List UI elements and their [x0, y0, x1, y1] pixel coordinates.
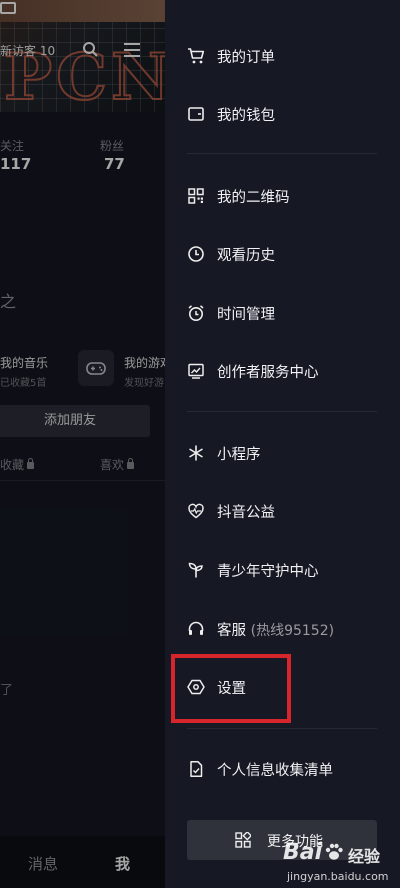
settings-highlight-annotation — [171, 654, 291, 723]
menu-item-label: 青少年守护中心 — [217, 563, 319, 580]
menu-item-time-management[interactable]: 时间管理 — [165, 293, 400, 333]
menu-item-personal-info-list[interactable]: 个人信息收集清单 — [165, 749, 400, 789]
alarm-icon — [187, 304, 205, 322]
watermark-brand-text: 经验 — [348, 847, 381, 866]
asterisk-icon — [187, 444, 205, 462]
watermark-logo-text: Bai — [283, 840, 323, 865]
wallet-icon — [187, 105, 205, 123]
menu-item-label: 小程序 — [217, 446, 261, 463]
menu-item-label: 客服 (热线95152) — [217, 619, 334, 640]
menu-item-label: 我的钱包 — [217, 107, 275, 124]
menu-item-label: 观看历史 — [217, 247, 275, 264]
menu-item-orders[interactable]: 我的订单 — [165, 36, 400, 76]
document-icon — [187, 760, 205, 778]
menu-divider — [187, 728, 377, 729]
menu-item-creator-center[interactable]: 创作者服务中心 — [165, 351, 400, 391]
menu-divider — [187, 411, 377, 412]
menu-item-youth-protection[interactable]: 青少年守护中心 — [165, 550, 400, 590]
menu-item-customer-service[interactable]: 客服 (热线95152) — [165, 609, 400, 649]
menu-item-charity[interactable]: 抖音公益 — [165, 491, 400, 531]
watermark-url: jingyan.baidu.com — [287, 870, 389, 883]
chart-icon — [187, 362, 205, 380]
sprout-icon — [187, 561, 205, 579]
menu-item-label: 抖音公益 — [217, 504, 275, 521]
menu-item-label: 创作者服务中心 — [217, 364, 319, 381]
menu-item-history[interactable]: 观看历史 — [165, 234, 400, 274]
menu-item-label: 我的订单 — [217, 49, 275, 66]
paw-icon — [323, 841, 345, 863]
baidu-jingyan-watermark: Bai 经验 jingyan.baidu.com — [283, 838, 400, 888]
menu-item-label: 个人信息收集清单 — [217, 762, 333, 779]
menu-item-label: 时间管理 — [217, 306, 275, 323]
customer-service-hotline: (热线95152) — [250, 622, 335, 639]
drawer-backdrop[interactable] — [0, 0, 170, 888]
qrcode-icon — [187, 187, 205, 205]
menu-item-wallet[interactable]: 我的钱包 — [165, 94, 400, 134]
heart-pulse-icon — [187, 502, 205, 520]
customer-service-label: 客服 — [217, 622, 246, 639]
menu-item-label: 我的二维码 — [217, 189, 290, 206]
headset-icon — [187, 620, 205, 638]
menu-divider — [187, 153, 377, 154]
clock-icon — [187, 245, 205, 263]
menu-item-mini-programs[interactable]: 小程序 — [165, 433, 400, 473]
grid-apps-icon — [235, 832, 251, 848]
menu-item-qrcode[interactable]: 我的二维码 — [165, 176, 400, 216]
side-drawer-menu: 我的订单 我的钱包 我的二维码 观看历史 时间管理 创作者服务中心 小程序 抖音… — [165, 0, 400, 888]
cart-icon — [187, 47, 205, 65]
